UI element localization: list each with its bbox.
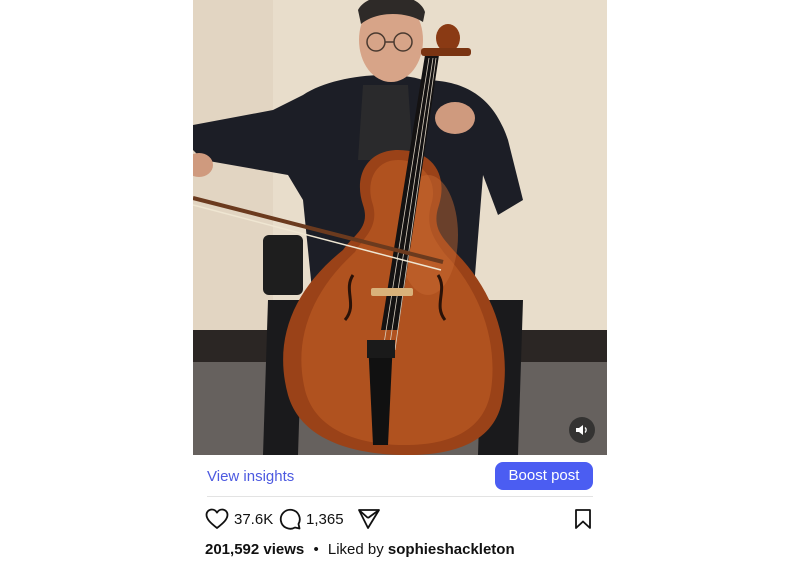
boost-post-button[interactable]: Boost post xyxy=(495,462,593,490)
comment-button[interactable]: 1,365 xyxy=(279,506,344,532)
send-icon xyxy=(358,509,380,529)
like-count: 37.6K xyxy=(234,510,274,528)
speaker-icon xyxy=(576,425,587,435)
heart-icon xyxy=(205,508,229,529)
comment-count: 1,365 xyxy=(306,510,344,528)
separator-dot: • xyxy=(313,541,319,558)
view-insights-link[interactable]: View insights xyxy=(207,468,294,485)
video-frame xyxy=(193,0,607,455)
caption-preview xyxy=(205,565,595,570)
post-actions: 37.6K 1,365 xyxy=(205,506,595,532)
bookmark-icon xyxy=(575,509,591,529)
liked-by-label: Liked by xyxy=(327,541,384,558)
insights-bar: View insights Boost post xyxy=(207,462,593,497)
post-card: View insights Boost post 37.6K 1,365 201… xyxy=(193,0,607,570)
like-button[interactable]: 37.6K xyxy=(205,506,273,532)
comment-bubble-icon xyxy=(279,508,301,530)
view-count[interactable]: 201,592 views xyxy=(205,541,304,558)
liked-by-username[interactable]: sophieshackleton xyxy=(388,541,515,558)
mute-toggle-button[interactable] xyxy=(569,417,595,443)
post-stats: 201,592 views • Liked by sophieshackleto… xyxy=(205,541,605,558)
share-button[interactable] xyxy=(357,506,381,532)
save-button[interactable] xyxy=(573,506,593,532)
post-video[interactable] xyxy=(193,0,607,455)
